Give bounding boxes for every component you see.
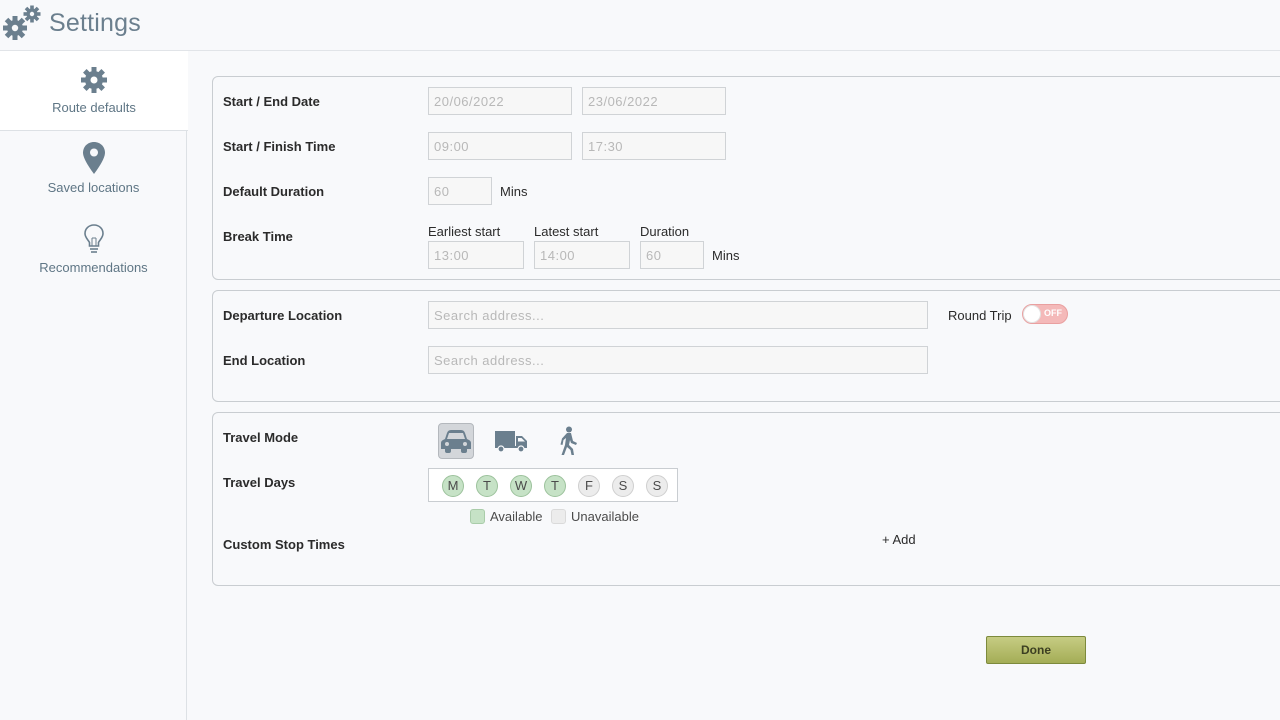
locations-panel: Departure Location Round Trip OFF End Lo… — [212, 290, 1280, 402]
toggle-state-text: OFF — [1044, 308, 1062, 318]
day-toggle-monday[interactable]: M — [442, 475, 464, 497]
legend-unavailable-swatch — [551, 509, 566, 524]
break-latest-input[interactable] — [534, 241, 630, 269]
start-date-input[interactable] — [428, 87, 572, 115]
gear-icon — [81, 67, 107, 93]
departure-location-label: Departure Location — [223, 308, 343, 323]
break-time-label: Break Time — [223, 229, 293, 244]
walking-person-icon — [560, 426, 577, 455]
settings-sidebar: Route defaults Saved locations Recommend… — [0, 51, 188, 720]
custom-stop-times-label: Custom Stop Times — [223, 537, 345, 552]
break-latest-label: Latest start — [534, 224, 599, 239]
day-toggle-tuesday[interactable]: T — [476, 475, 498, 497]
travel-days-selector: M T W T F S S — [428, 468, 678, 502]
schedule-panel: Start / End Date Start / Finish Time Def… — [212, 76, 1280, 280]
sidebar-item-label: Route defaults — [52, 100, 136, 115]
sidebar-item-label: Saved locations — [47, 180, 140, 195]
departure-location-input[interactable] — [428, 301, 928, 329]
done-button[interactable]: Done — [986, 636, 1086, 664]
day-toggle-wednesday[interactable]: W — [510, 475, 532, 497]
map-pin-icon — [82, 142, 105, 174]
travel-mode-truck-button[interactable] — [493, 423, 529, 459]
finish-time-input[interactable] — [582, 132, 726, 160]
travel-mode-label: Travel Mode — [223, 430, 299, 445]
default-duration-unit: Mins — [500, 184, 528, 199]
end-date-input[interactable] — [582, 87, 726, 115]
day-toggle-sunday[interactable]: S — [646, 475, 668, 497]
day-toggle-thursday[interactable]: T — [544, 475, 566, 497]
start-time-input[interactable] — [428, 132, 572, 160]
toggle-knob — [1023, 305, 1041, 323]
start-end-date-label: Start / End Date — [223, 94, 320, 109]
break-earliest-label: Earliest start — [428, 224, 501, 239]
default-duration-input[interactable] — [428, 177, 492, 205]
app-header: Settings — [0, 0, 1280, 51]
legend-unavailable-label: Unavailable — [571, 509, 639, 524]
break-duration-input[interactable] — [640, 241, 704, 269]
sidebar-item-saved-locations[interactable]: Saved locations — [0, 131, 187, 211]
legend-available-swatch — [470, 509, 485, 524]
round-trip-toggle[interactable]: OFF — [1022, 304, 1068, 324]
break-duration-label: Duration — [640, 224, 690, 239]
end-location-input[interactable] — [428, 346, 928, 374]
travel-panel: Travel Mode Travel Days M T W T F S S Av… — [212, 412, 1280, 586]
travel-days-label: Travel Days — [223, 475, 296, 490]
default-duration-label: Default Duration — [223, 184, 325, 199]
truck-icon — [495, 431, 527, 453]
day-toggle-friday[interactable]: F — [578, 475, 600, 497]
sidebar-item-recommendations[interactable]: Recommendations — [0, 211, 187, 291]
sidebar-item-route-defaults[interactable]: Route defaults — [0, 51, 188, 131]
break-earliest-input[interactable] — [428, 241, 524, 269]
round-trip-label: Round Trip — [948, 308, 1012, 323]
travel-mode-walk-button[interactable] — [550, 423, 586, 459]
car-icon — [441, 430, 471, 453]
add-custom-stop-time-button[interactable]: + Add — [882, 532, 916, 547]
legend-available-label: Available — [490, 509, 543, 524]
sidebar-item-label: Recommendations — [39, 260, 148, 275]
end-location-label: End Location — [223, 353, 306, 368]
travel-mode-car-button[interactable] — [438, 423, 474, 459]
break-duration-unit: Mins — [712, 248, 740, 263]
page-title: Settings — [49, 9, 141, 37]
day-toggle-saturday[interactable]: S — [612, 475, 634, 497]
gears-icon — [3, 5, 41, 40]
start-finish-time-label: Start / Finish Time — [223, 139, 336, 154]
lightbulb-icon — [83, 224, 104, 253]
